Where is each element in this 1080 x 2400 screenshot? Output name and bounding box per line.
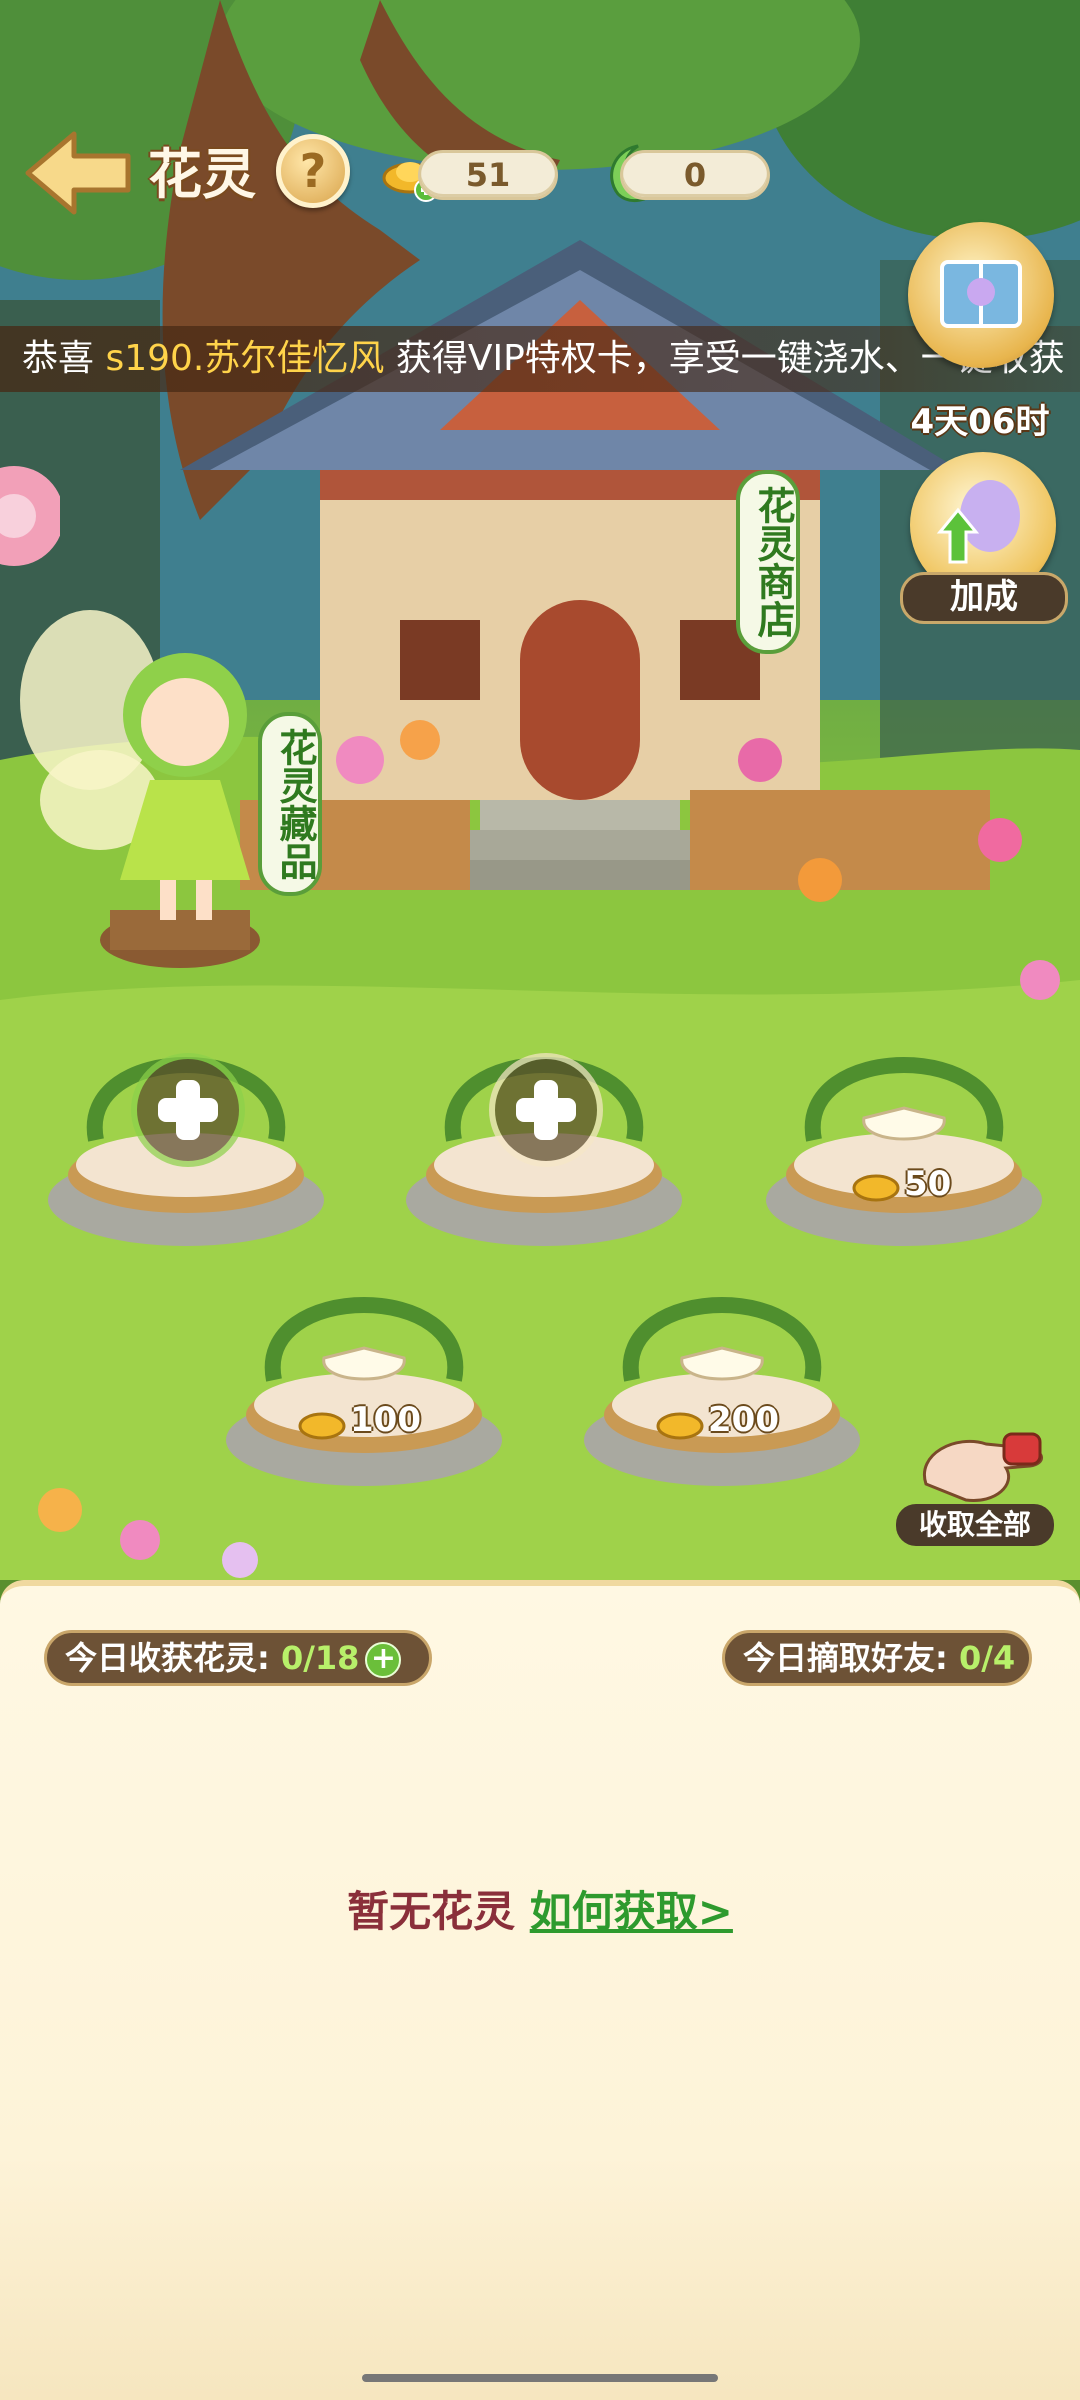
plus-icon[interactable]: + bbox=[365, 1642, 402, 1678]
gold-ingot-icon bbox=[852, 1174, 900, 1202]
fairy-book-button[interactable] bbox=[908, 222, 1054, 368]
slot-4-cost: 100 bbox=[350, 1400, 421, 1440]
announcement-prefix: 恭喜 bbox=[22, 338, 106, 379]
lock-icon bbox=[862, 1106, 946, 1141]
pick-value: 0/4 bbox=[958, 1639, 1016, 1677]
fairy-collection-sign[interactable]: 花灵藏品 bbox=[258, 712, 322, 896]
slot-5-cost: 200 bbox=[708, 1400, 779, 1440]
fairy-shop-sign[interactable]: 花灵商店 bbox=[736, 470, 800, 654]
slot-3-cost: 50 bbox=[904, 1164, 952, 1204]
fairy-slot-2[interactable] bbox=[394, 1000, 694, 1260]
help-button[interactable]: ? bbox=[276, 134, 350, 208]
gold-ingot-icon bbox=[298, 1412, 346, 1440]
page-title: 花灵 bbox=[148, 143, 256, 206]
pedestal-base bbox=[584, 1297, 860, 1486]
book-timer: 4天06时 bbox=[910, 402, 1050, 442]
pedestal-base bbox=[226, 1297, 502, 1486]
fairy-slot-3[interactable] bbox=[754, 1000, 1054, 1260]
lock-icon bbox=[680, 1346, 764, 1381]
announcement-player: s190.苏尔佳忆风 bbox=[105, 338, 385, 379]
lock-icon bbox=[322, 1346, 406, 1381]
bonus-label: 加成 bbox=[900, 572, 1068, 624]
home-indicator[interactable] bbox=[362, 2374, 718, 2382]
pick-label: 今日摘取好友: bbox=[743, 1639, 959, 1677]
flower-icon[interactable] bbox=[0, 456, 60, 576]
collect-all-button[interactable]: 收取全部 bbox=[896, 1504, 1054, 1546]
pedestal-base bbox=[406, 1053, 682, 1246]
how-to-get-link[interactable]: 如何获取> bbox=[530, 1887, 733, 1936]
harvest-label: 今日收获花灵: bbox=[65, 1639, 281, 1677]
empty-state: 暂无花灵 如何获取> bbox=[0, 1878, 1080, 1939]
gold-ingot-icon bbox=[656, 1412, 704, 1440]
fairy-panel: 今日收获花灵: 0/18 + 今日摘取好友: 0/4 暂无花灵 如何获取> bbox=[0, 1580, 1080, 2400]
fairy-slot-1[interactable] bbox=[36, 1000, 336, 1260]
pedestal-base bbox=[48, 1053, 324, 1246]
fairy-slot-5[interactable] bbox=[572, 1240, 872, 1500]
gold-counter: 51 bbox=[418, 150, 558, 200]
empty-text: 暂无花灵 bbox=[347, 1887, 516, 1936]
book-icon bbox=[940, 260, 1022, 328]
back-arrow-icon[interactable] bbox=[22, 126, 134, 220]
hand-collect-icon[interactable] bbox=[896, 1424, 1056, 1514]
harvest-value: 0/18 bbox=[280, 1639, 360, 1677]
fairy-slot-4[interactable] bbox=[214, 1240, 514, 1500]
today-pick-stat: 今日摘取好友: 0/4 bbox=[722, 1630, 1032, 1686]
pedestal-base bbox=[766, 1057, 1042, 1246]
moon-counter: 0 bbox=[620, 150, 770, 200]
today-harvest-stat: 今日收获花灵: 0/18 + bbox=[44, 1630, 432, 1686]
